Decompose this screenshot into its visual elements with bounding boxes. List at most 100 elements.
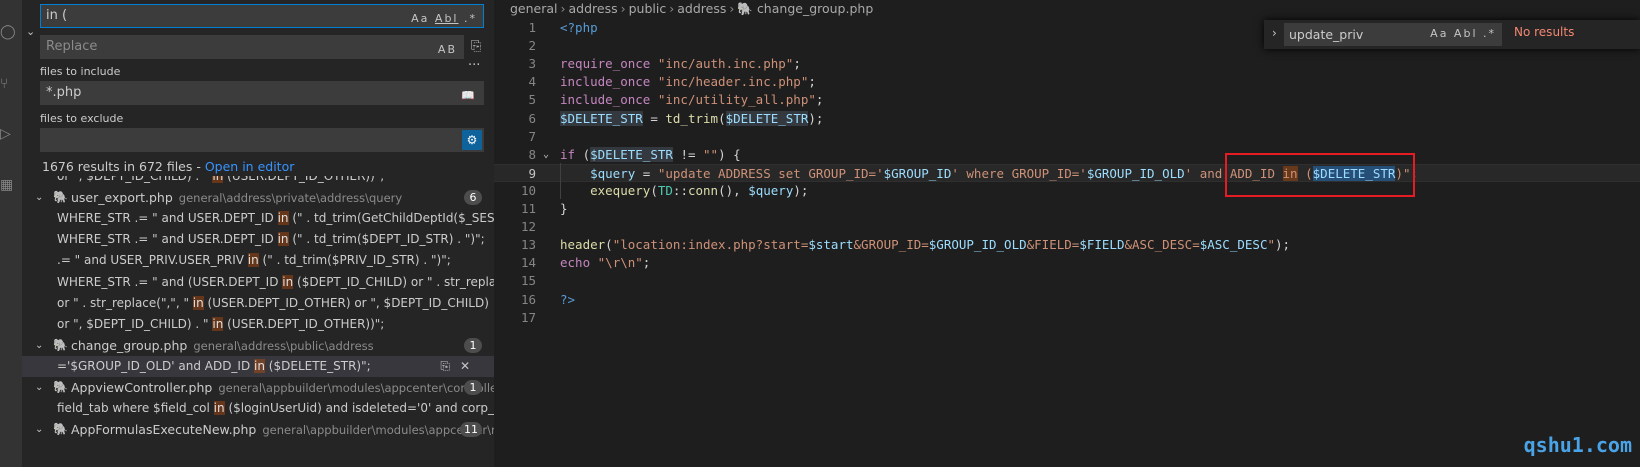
include-input[interactable]: *.php 📖 (40, 81, 484, 105)
match-pre: WHERE_STR .= " and USER.DEPT_ID (57, 211, 278, 226)
replace-dismiss-icons[interactable]: ⎘✕ (440, 356, 480, 377)
breadcrumb-item[interactable]: public (629, 1, 667, 16)
more-options-icon[interactable]: ··· (468, 58, 480, 73)
line-number: 3 (528, 56, 536, 72)
match-pre: WHERE_STR .= " and USER.DEPT_ID (57, 232, 278, 247)
toggle-replace-chevron-icon[interactable]: › (1272, 26, 1277, 40)
open-in-editor-link[interactable]: Open in editor (205, 159, 295, 174)
code-token: echo (560, 255, 591, 271)
search-input[interactable]: in ( Aa Abl .* (40, 4, 484, 28)
code-token: exequery (590, 182, 651, 198)
result-match-row[interactable]: or ", $DEPT_ID_CHILD) . " in (USER.DEPT_… (22, 176, 494, 187)
line-number: 17 (520, 309, 536, 325)
result-match-row[interactable]: field_tab where $field_col in ($loginUse… (22, 398, 494, 419)
annotation-highlight-box (1225, 153, 1415, 197)
result-match-row[interactable]: WHERE_STR .= " and USER.DEPT_ID in (" . … (22, 208, 494, 229)
match-case-button[interactable]: Aa (411, 12, 429, 25)
code-line[interactable]: 14 echo "\r\n"; (494, 254, 1640, 272)
preserve-case-button[interactable]: AB (438, 39, 457, 61)
line-number: 12 (520, 219, 536, 235)
source-control-icon[interactable]: ⑂ (0, 77, 14, 91)
line-number: 7 (528, 128, 536, 144)
code-text: include_once "inc/header.inc.php"; (560, 73, 816, 91)
code-line[interactable]: 15 (494, 272, 1640, 290)
result-match-row[interactable]: .= " and USER_PRIV.USER_PRIV in (" . td_… (22, 250, 494, 271)
result-match-text: or " . str_replace(",", " in (USER.DEPT_… (57, 293, 494, 314)
breadcrumb-item[interactable]: general (510, 1, 558, 16)
result-file-row[interactable]: ⌄ 🐘 user_export.php general\address\private… (22, 187, 494, 208)
code-token: ); (1275, 237, 1291, 253)
regex-button[interactable]: .* (464, 12, 477, 25)
find-input[interactable]: update_priv Aa Abl .* (1284, 23, 1502, 46)
open-editors-only-icon[interactable]: 📖 (461, 85, 477, 107)
result-match-row[interactable]: or ", $DEPT_ID_CHILD) . " in (USER.DEPT_… (22, 314, 494, 335)
result-match-row[interactable]: WHERE_STR .= " and USER.DEPT_ID in (" . … (22, 229, 494, 250)
replace-icon[interactable]: ⎘ (440, 359, 460, 373)
code-line[interactable]: 3 require_once "inc/auth.inc.php"; (494, 55, 1640, 73)
result-match-row[interactable]: WHERE_STR .= " and (USER.DEPT_ID in ($DE… (22, 272, 494, 293)
code-line[interactable]: 6 $DELETE_STR = td_trim($DELETE_STR); (494, 110, 1640, 128)
code-line[interactable]: 10 exequery(TD::conn(), $query); (494, 182, 1640, 200)
toggle-replace-chevron-icon[interactable]: ⌄ (26, 25, 35, 38)
code-token: $GROUP_ID (883, 165, 952, 181)
code-line[interactable]: 17 (494, 309, 1640, 327)
match-pre: or " . str_replace(",", " (57, 295, 193, 310)
chevron-down-icon[interactable]: ⌄ (35, 335, 43, 356)
replace-all-icon[interactable]: ⎘ (471, 39, 481, 54)
match-highlight: in (213, 401, 225, 416)
match-highlight: in (277, 232, 289, 247)
line-number: 8 (528, 146, 536, 162)
code-token: ); (808, 110, 824, 126)
breadcrumb-file[interactable]: change_group.php (757, 1, 873, 16)
fold-chevron-icon[interactable]: ⌄ (543, 146, 549, 164)
find-options[interactable]: Aa Abl .* (1430, 24, 1496, 44)
run-icon[interactable]: ▷ (0, 127, 14, 141)
result-file-row[interactable]: ⌄ 🐘 AppviewController.php general\appbuilde… (22, 377, 494, 398)
code-line[interactable]: 5 include_once "inc/utility_all.php"; (494, 91, 1640, 109)
result-file-row[interactable]: ⌄ 🐘 change_group.php general\address\public… (22, 335, 494, 356)
code-token: ; (793, 56, 801, 72)
result-file-name: AppFormulasExecuteNew.php (71, 422, 257, 438)
replace-input[interactable]: Replace AB (40, 35, 464, 59)
breadcrumb-item[interactable]: address (569, 1, 618, 16)
code-line[interactable]: 9 $query = "update ADDRESS set GROUP_ID=… (494, 163, 1640, 182)
chevron-down-icon[interactable]: ⌄ (35, 187, 43, 208)
code-editor[interactable]: general › address › public › address › 🐘 change_g… (494, 0, 1640, 467)
exclude-input[interactable] (40, 128, 484, 152)
breadcrumb-item[interactable]: address (677, 1, 726, 16)
code-line[interactable]: 12 (494, 218, 1640, 236)
line-number: 2 (528, 38, 536, 54)
result-match-text: or ", $DEPT_ID_CHILD) . " in (USER.DEPT_… (57, 314, 384, 335)
result-match-row[interactable]: or " . str_replace(",", " in (USER.DEPT_… (22, 293, 494, 314)
code-text: require_once "inc/auth.inc.php"; (560, 55, 801, 73)
use-exclude-settings-icon[interactable]: ⚙ (462, 130, 482, 150)
close-icon[interactable]: ✕ (460, 359, 480, 373)
whole-word-button[interactable]: Abl (435, 12, 459, 25)
result-file-row[interactable]: ⌄ 🐘 AppFormulasExecuteNew.php general\appbu… (22, 419, 494, 440)
chevron-down-icon[interactable]: ⌄ (35, 377, 43, 398)
results-summary: 1676 results in 672 files - Open in edit… (42, 159, 294, 174)
match-highlight: in (212, 316, 224, 331)
match-highlight: in (247, 253, 259, 268)
chevron-right-icon: › (620, 1, 626, 16)
code-text: exequery(TD::conn(), $query); (560, 182, 808, 200)
result-file-label: user_export.php general\address\private\a… (71, 187, 402, 208)
code-line[interactable]: 7 (494, 128, 1640, 146)
code-text: $DELETE_STR = td_trim($DELETE_STR); (560, 110, 823, 128)
result-count-badge: 6 (464, 190, 482, 206)
code-token: ; (808, 74, 816, 90)
code-line[interactable]: 13 header("location:index.php?start=$star… (494, 236, 1640, 254)
code-line[interactable]: 8 ⌄ if ($DELETE_STR != "") { (494, 146, 1640, 164)
result-match-row[interactable]: ='$GROUP_ID_OLD' and ADD_ID in ($DELETE_… (22, 355, 494, 377)
extensions-icon[interactable]: ▦ (0, 178, 14, 192)
code-line[interactable]: 16 ?> (494, 291, 1640, 309)
indent-guide (560, 163, 561, 199)
chevron-down-icon[interactable]: ⌄ (35, 419, 43, 440)
match-post: (" . td_trim($PRIV_ID_STR) . ")"; (258, 253, 451, 268)
code-line[interactable]: 4 include_once "inc/header.inc.php"; (494, 73, 1640, 91)
line-number: 10 (520, 182, 536, 198)
code-line[interactable]: 11} (494, 200, 1640, 218)
search-icon[interactable]: ◯ (0, 25, 16, 39)
